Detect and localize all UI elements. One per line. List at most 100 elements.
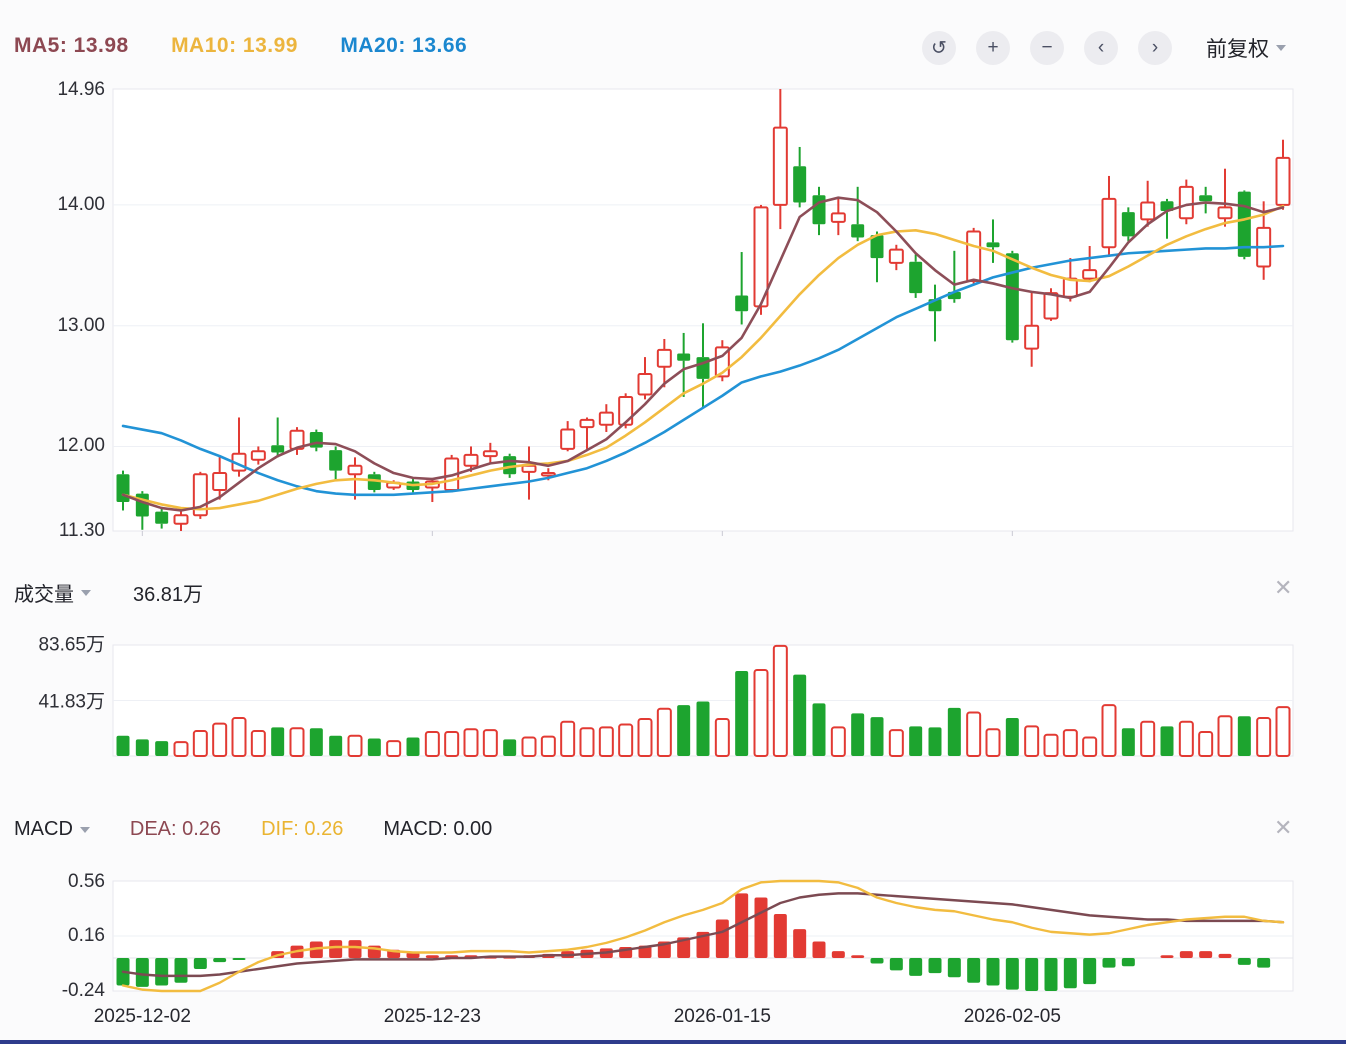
ma10-legend-label: MA10: 13.99 — [171, 34, 298, 57]
volume-bar-down — [793, 675, 806, 756]
volume-bar-down — [329, 736, 342, 756]
volume-bar-down — [909, 726, 922, 756]
volume-bar-up — [967, 712, 980, 756]
candle-body-up — [774, 128, 787, 205]
volume-bar-up — [233, 718, 246, 756]
volume-bar-up — [1141, 722, 1154, 756]
candle-body-down — [677, 353, 690, 360]
macd-axis-label: -0.24 — [5, 980, 105, 1002]
ma20-legend-label: MA20: 13.66 — [340, 34, 467, 57]
volume-bar-up — [291, 728, 304, 756]
volume-bar-up — [716, 719, 729, 756]
candle-body-down — [271, 445, 284, 452]
price-pane — [113, 89, 1293, 531]
macd-hist-positive — [716, 920, 729, 959]
volume-bar-down — [407, 738, 420, 756]
volume-bar-down — [813, 703, 826, 756]
volume-bar-down — [697, 701, 710, 756]
volume-bar-up — [987, 729, 1000, 756]
volume-bar-up — [658, 709, 671, 756]
volume-bar-up — [890, 730, 903, 756]
price-axis-label: 11.30 — [5, 520, 105, 542]
macd-title[interactable]: MACD — [14, 818, 73, 841]
candle-body-up — [1219, 207, 1232, 218]
candle-body-up — [890, 250, 903, 263]
volume-bar-up — [774, 646, 787, 756]
volume-title[interactable]: 成交量 — [14, 578, 74, 607]
candle-body-up — [1083, 270, 1096, 278]
macd-hist-negative — [948, 958, 961, 977]
undo-icon[interactable]: ↺ — [922, 31, 956, 65]
candle-body-down — [909, 262, 922, 293]
macd-hist-positive — [349, 940, 362, 958]
macd-hist-negative — [1064, 958, 1077, 988]
macd-close-icon[interactable]: ✕ — [1274, 817, 1292, 839]
macd-hist-negative — [175, 958, 188, 983]
chart-canvas[interactable] — [0, 0, 1346, 1044]
window-bottom-edge — [0, 1040, 1346, 1044]
volume-bar-up — [1219, 716, 1232, 756]
candle-body-up — [252, 451, 265, 459]
volume-bar-down — [117, 736, 130, 756]
macd-hist-negative — [1083, 958, 1096, 984]
dif-value-label: DIF: 0.26 — [261, 818, 343, 841]
candle-body-up — [1277, 158, 1290, 205]
candle-body-up — [1103, 199, 1116, 247]
prev-icon[interactable]: ‹ — [1084, 31, 1118, 65]
volume-bar-up — [1083, 738, 1096, 756]
volume-bar-down — [735, 671, 748, 756]
volume-bar-up — [465, 729, 478, 756]
macd-axis-label: 0.56 — [5, 871, 105, 893]
macd-hist-negative — [987, 958, 1000, 986]
chevron-down-icon — [1276, 45, 1286, 51]
volume-bar-down — [851, 713, 864, 756]
candle-body-down — [136, 494, 149, 517]
candle-body-up — [1180, 187, 1193, 218]
macd-hist-positive — [813, 942, 826, 959]
volume-bar-up — [1257, 718, 1270, 756]
macd-hist-negative — [871, 958, 884, 964]
volume-bar-down — [136, 739, 149, 756]
volume-bar-up — [1277, 707, 1290, 756]
macd-hist-negative — [213, 958, 226, 962]
volume-bar-up — [639, 719, 652, 756]
volume-pane-header: 成交量 36.81万 — [14, 578, 203, 607]
candle-body-down — [329, 450, 342, 471]
zoom-out-icon[interactable]: − — [1030, 31, 1064, 65]
volume-bar-up — [484, 730, 497, 756]
candle-body-down — [813, 195, 826, 224]
volume-bar-down — [1122, 728, 1135, 756]
volume-bar-down — [310, 728, 323, 756]
volume-close-icon[interactable]: ✕ — [1274, 577, 1292, 599]
candle-body-up — [581, 420, 594, 427]
volume-bar-up — [542, 737, 555, 756]
volume-bar-up — [387, 741, 400, 756]
zoom-in-icon[interactable]: + — [976, 31, 1010, 65]
candle-body-up — [561, 430, 574, 449]
macd-hist-positive — [851, 955, 864, 958]
candle-body-up — [832, 213, 845, 221]
date-axis-label: 2025-12-02 — [94, 1006, 191, 1028]
volume-bar-up — [600, 727, 613, 756]
volume-bar-down — [155, 741, 168, 756]
candle-body-up — [658, 350, 671, 367]
adjust-mode-label: 前复权 — [1206, 33, 1269, 63]
candle-body-up — [1025, 326, 1038, 349]
macd-hist-positive — [793, 929, 806, 958]
volume-bar-up — [252, 731, 265, 756]
macd-hist-positive — [832, 951, 845, 958]
volume-bar-up — [426, 732, 439, 756]
macd-hist-positive — [1219, 954, 1232, 958]
macd-hist-positive — [774, 914, 787, 958]
volume-bar-up — [561, 722, 574, 756]
volume-axis-label: 83.65万 — [5, 630, 105, 657]
adjust-mode-dropdown[interactable]: 前复权 — [1206, 33, 1286, 63]
macd-hist-negative — [155, 958, 168, 986]
macd-hist-negative — [136, 958, 149, 987]
next-icon[interactable]: › — [1138, 31, 1172, 65]
candle-body-down — [987, 242, 1000, 247]
price-axis-label: 12.00 — [5, 435, 105, 457]
candle-body-up — [1141, 203, 1154, 220]
date-axis-label: 2026-02-05 — [964, 1006, 1061, 1028]
macd-value-label: MACD: 0.00 — [383, 818, 492, 841]
